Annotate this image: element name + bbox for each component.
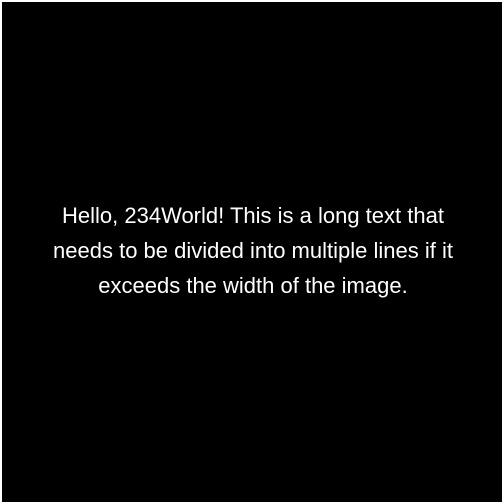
text-line-2: needs to be divided into multiple lines … <box>53 238 453 263</box>
text-line-3: exceeds the width of the image. <box>98 273 408 298</box>
text-line-1: Hello, 234World! This is a long text tha… <box>62 203 444 228</box>
text-paragraph: Hello, 234World! This is a long text tha… <box>22 198 484 303</box>
image-canvas: Hello, 234World! This is a long text tha… <box>0 0 504 504</box>
